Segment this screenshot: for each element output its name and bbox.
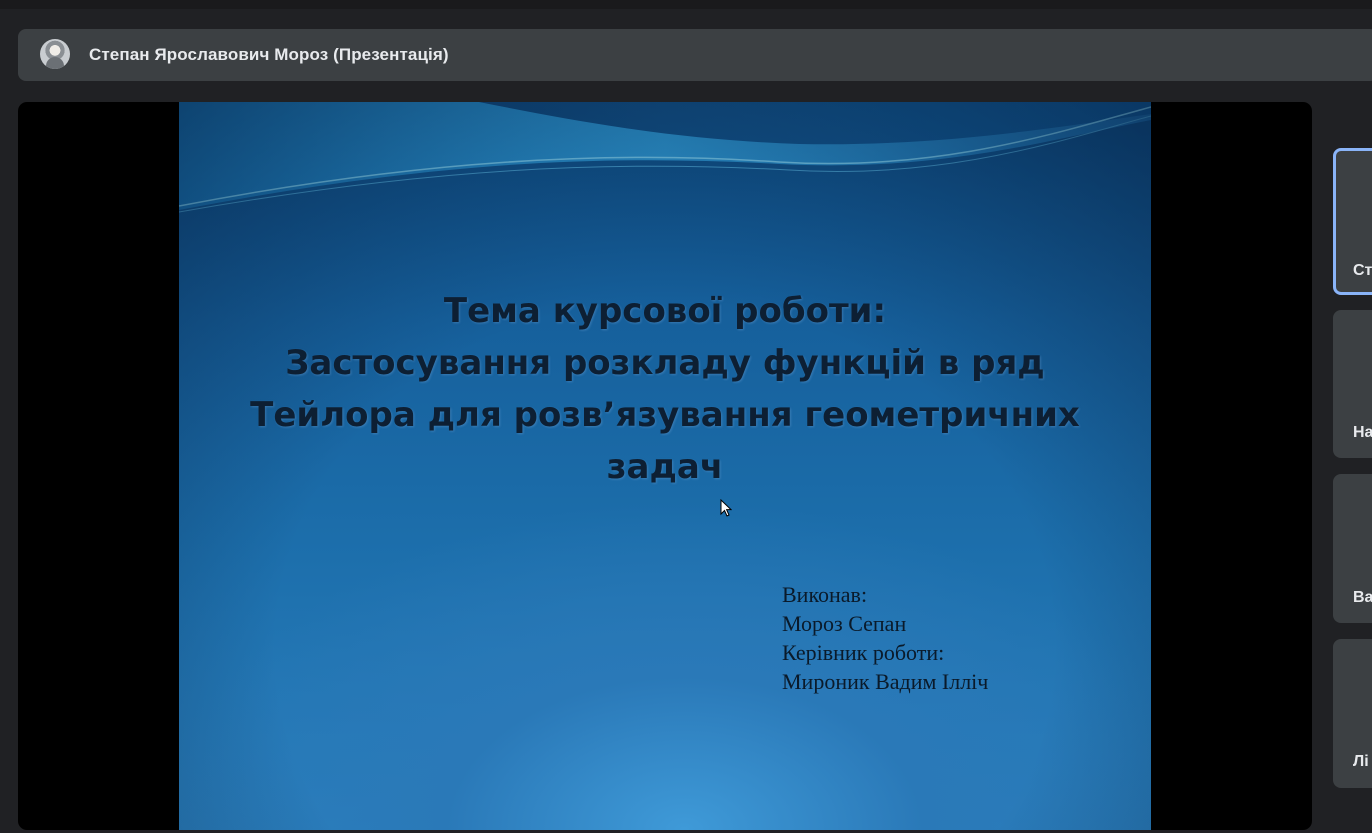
participant-tile[interactable]: Ва <box>1333 474 1372 623</box>
slide-credits: Виконав: Мороз Сепан Керівник роботи: Ми… <box>782 580 988 696</box>
credits-line: Мироник Вадим Ілліч <box>782 669 989 694</box>
participant-name: Ва <box>1353 589 1372 606</box>
presenter-avatar[interactable] <box>40 39 70 69</box>
participant-tile[interactable]: На <box>1333 310 1372 458</box>
credits-line: Мороз Сепан <box>782 611 907 636</box>
presenter-name: Степан Ярославович Мороз (Презентація) <box>89 45 449 64</box>
presentation-slide: Тема курсової роботи: Застосування розкл… <box>179 102 1151 830</box>
credits-line: Виконав: <box>782 582 868 607</box>
credits-line: Керівник роботи: <box>782 640 945 665</box>
slide-title-line: Тейлора для розв’язування геометричних <box>250 395 1080 435</box>
presenter-bar: Степан Ярославович Мороз (Презентація) <box>18 29 1372 81</box>
mouse-cursor-icon <box>720 499 732 517</box>
participant-tile[interactable]: Лі <box>1333 639 1372 788</box>
slide-title-line: Застосування розкладу функцій в ряд <box>285 343 1045 383</box>
participant-name: На <box>1353 424 1372 441</box>
presentation-stage[interactable]: Тема курсової роботи: Застосування розкл… <box>18 102 1312 830</box>
slide-title-line: задач <box>606 447 724 487</box>
slide-title-line: Тема курсової роботи: <box>443 291 887 331</box>
window-top-strip <box>0 0 1372 9</box>
participant-name: Лі <box>1353 753 1369 770</box>
participant-name: Ст <box>1353 262 1372 279</box>
slide-title: Тема курсової роботи: Застосування розкл… <box>179 285 1151 493</box>
participant-tile[interactable]: Ст <box>1333 148 1372 295</box>
